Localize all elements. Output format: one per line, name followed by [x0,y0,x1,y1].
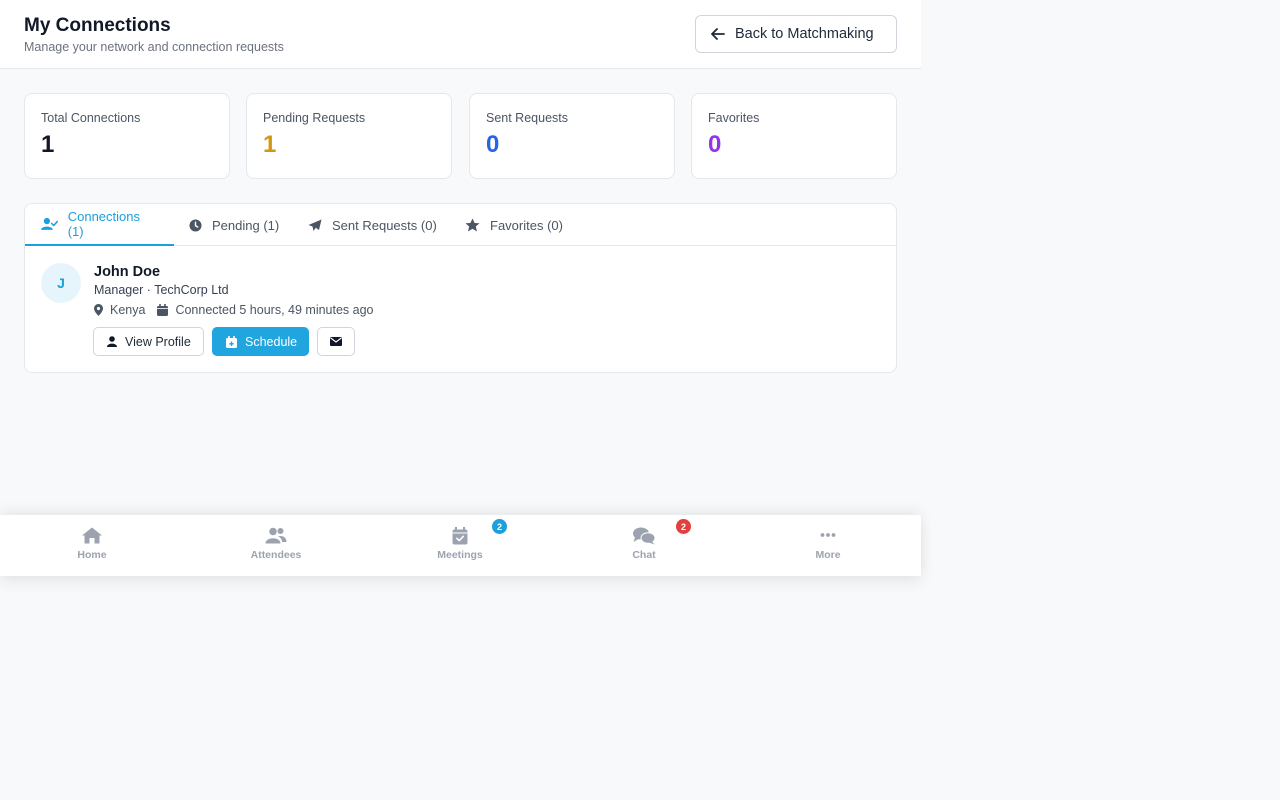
page-subtitle: Manage your network and connection reque… [24,40,284,54]
calendar-icon [157,304,169,316]
user-icon [107,336,117,347]
stat-card-total-connections: Total Connections 1 [24,93,230,179]
stat-value: 1 [41,131,55,158]
nav-meetings[interactable]: Meetings 2 [368,515,552,576]
home-icon [82,527,102,544]
connections-panel: Connections (1) Pending (1) Sent Request… [24,203,897,373]
stat-card-sent-requests: Sent Requests 0 [469,93,675,179]
back-button-label: Back to Matchmaking [735,26,874,42]
nav-label: Attendees [250,549,302,561]
tab-label: Favorites (0) [490,217,563,233]
page-title: My Connections [24,15,171,36]
stat-value: 1 [263,131,277,158]
stat-label: Total Connections [41,111,141,125]
connection-meta: Kenya Connected 5 hours, 49 minutes ago [94,302,374,318]
more-dots-icon [820,533,836,537]
schedule-button[interactable]: Schedule [212,327,309,356]
stat-label: Pending Requests [263,111,366,125]
stat-card-pending-requests: Pending Requests 1 [246,93,452,179]
clock-icon [189,219,202,231]
envelope-icon [330,337,342,346]
star-icon [465,218,480,232]
map-pin-icon [94,304,103,316]
view-profile-label: View Profile [125,334,191,349]
nav-label: Meetings [437,549,483,561]
avatar: J [41,263,81,303]
stat-label: Favorites [708,111,760,125]
user-check-icon [41,217,58,230]
tab-favorites[interactable]: Favorites (0) [465,204,563,246]
tab-sent-requests[interactable]: Sent Requests (0) [308,204,437,246]
connection-location: Kenya [110,303,146,317]
view-profile-button[interactable]: View Profile [93,327,204,356]
tab-label: Connections (1) [67,209,140,239]
message-button[interactable] [317,327,355,356]
tab-label: Sent Requests (0) [332,217,437,233]
tab-pending[interactable]: Pending (1) [189,204,279,246]
stat-label: Sent Requests [486,111,568,125]
tab-connections[interactable]: Connections (1) [25,204,174,246]
bottom-nav: Home Attendees Meetings 2 Chat 2 More [0,515,921,576]
back-to-matchmaking-button[interactable]: Back to Matchmaking [695,15,897,53]
stat-value: 0 [708,131,722,158]
tab-label: Pending (1) [212,217,280,233]
nav-home[interactable]: Home [0,515,184,576]
schedule-label: Schedule [245,334,298,349]
stat-card-favorites: Favorites 0 [691,93,897,179]
nav-label: Home [77,549,107,561]
paper-plane-icon [308,219,322,231]
arrow-left-icon [711,28,725,40]
chat-icon [633,527,656,545]
page-header: My Connections Manage your network and c… [0,0,921,69]
nav-label: More [815,549,841,561]
connection-name: John Doe [94,264,161,280]
calendar-check-icon [452,527,468,545]
meetings-badge: 2 [492,519,507,534]
connection-role: Manager · TechCorp Ltd [94,283,229,297]
users-icon [265,527,287,544]
app-window: My Connections Manage your network and c… [0,0,921,576]
tab-bar: Connections (1) Pending (1) Sent Request… [25,204,896,246]
chat-badge: 2 [676,519,691,534]
nav-chat[interactable]: Chat 2 [552,515,736,576]
nav-more[interactable]: More [736,515,920,576]
stat-value: 0 [486,131,500,158]
nav-label: Chat [632,549,656,561]
connection-time: Connected 5 hours, 49 minutes ago [175,303,374,317]
nav-attendees[interactable]: Attendees [184,515,368,576]
calendar-plus-icon [226,335,237,348]
